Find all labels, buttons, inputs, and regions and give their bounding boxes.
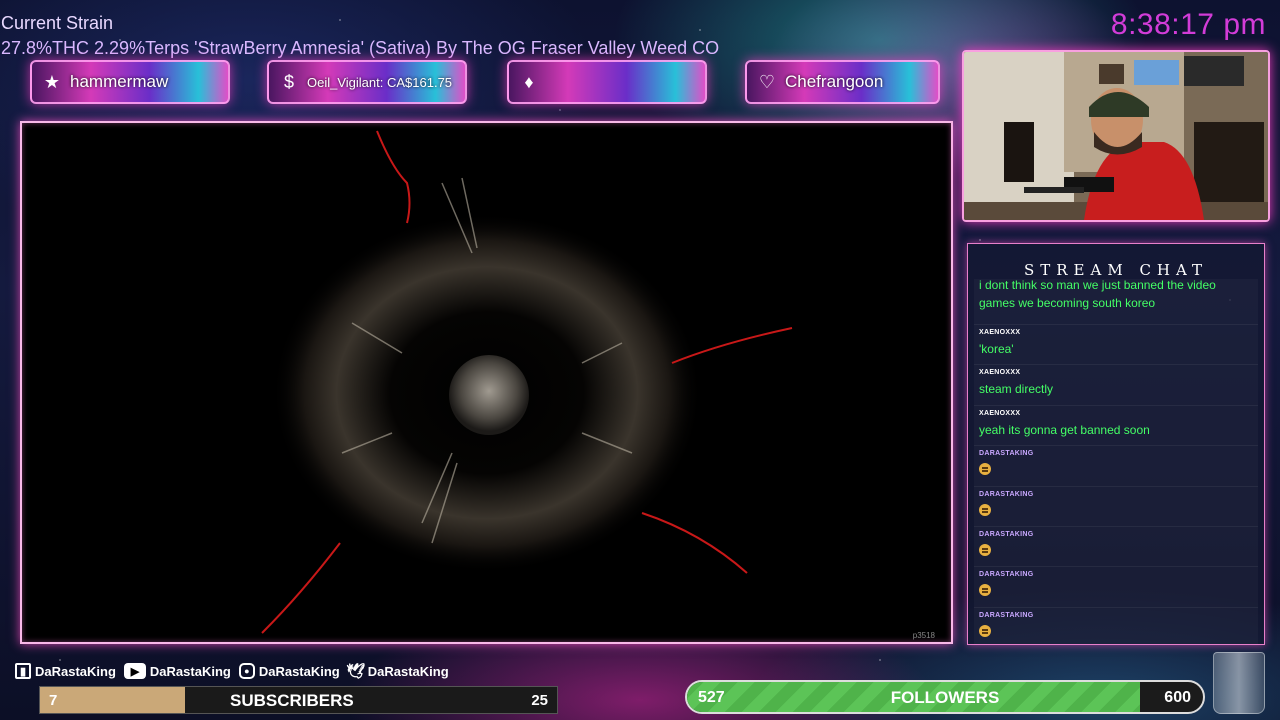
twitch-icon: ▮: [15, 663, 31, 679]
chat-text: yeah its gonna get banned soon: [979, 422, 1150, 437]
chat-username: DARASTAKING: [979, 611, 1034, 619]
subscriber-goal: 25: [531, 692, 548, 709]
subscriber-goal-fill: [40, 687, 185, 713]
star-icon: ★: [43, 71, 61, 92]
latest-cheer-slot: ♦: [507, 60, 707, 104]
webcam-feed: [962, 50, 1270, 222]
follower-label: FOLLOWERS: [890, 688, 1000, 707]
chat-message: DARASTAKING: [974, 487, 1258, 527]
chat-username: DARASTAKING: [979, 450, 1034, 458]
emoji-icon: [979, 543, 991, 556]
social-handle: DaRastaKing: [367, 663, 449, 679]
social-instagram[interactable]: ● DaRastaKing: [238, 663, 340, 679]
chat-text: 'korea': [979, 342, 1014, 356]
instagram-icon: ●: [238, 663, 255, 679]
social-handle: DaRastaKing: [149, 663, 231, 679]
chat-message: i dont think so man we just banned the v…: [974, 279, 1258, 325]
chat-username: DARASTAKING: [979, 571, 1034, 579]
chat-username: DARASTAKING: [979, 530, 1034, 538]
diamond-icon: ♦: [524, 71, 534, 92]
chat-username: XAENOXXX: [979, 369, 1021, 377]
latest-follower-slot: ★ hammermaw: [30, 60, 230, 104]
heart-icon: ♡: [758, 71, 776, 92]
chat-message-list: i dont think so man we just banned the v…: [974, 279, 1258, 644]
latest-subscriber-name: Chefrangoon: [785, 72, 884, 91]
chat-text: steam directly: [979, 382, 1054, 397]
latest-donation-slot: $ Oeil_Vigilant: CA$161.75: [267, 60, 467, 104]
emoji-icon: [979, 503, 991, 516]
emoji-icon: [979, 624, 991, 637]
glass-decoration: [1213, 652, 1265, 714]
chat-username: XAENOXXX: [979, 329, 1021, 336]
latest-follower-name: hammermaw: [70, 72, 169, 91]
social-handle: DaRastaKing: [258, 663, 340, 679]
chat-message: DARASTAKING: [974, 527, 1258, 568]
social-twitch[interactable]: ▮ DaRastaKing: [15, 663, 116, 679]
chat-title: STREAM CHAT: [1023, 261, 1209, 279]
latest-subscriber-slot: ♡ Chefrangoon: [745, 60, 940, 104]
subscriber-label: SUBSCRIBERS: [230, 691, 354, 710]
follower-goal-bar: 527 FOLLOWERS 600: [685, 680, 1205, 714]
game-scene: [261, 130, 793, 634]
subscriber-goal-bar: 7 SUBSCRIBERS 25: [39, 686, 558, 714]
chat-text: i dont think so man we just banned the v…: [979, 279, 1216, 310]
dollar-icon: $: [283, 71, 294, 92]
emoji-icon: [979, 584, 991, 597]
twitter-icon: 🕊: [346, 663, 366, 680]
webcam-scene: [964, 52, 1268, 220]
chat-message: XAENOXXX 'korea': [974, 325, 1258, 366]
strain-title: Current Strain: [1, 13, 114, 33]
subscriber-current: 7: [49, 692, 58, 709]
strain-description: 27.8%THC 2.29%Terps 'StrawBerry Amnesia'…: [1, 38, 720, 58]
chat-username: DARASTAKING: [979, 490, 1034, 498]
chat-message: DARASTAKING: [974, 446, 1258, 487]
chat-message: XAENOXXX steam directly: [974, 365, 1258, 406]
social-links: ▮ DaRastaKing ▶ DaRastaKing ● DaRastaKin…: [15, 663, 449, 680]
stream-chat: STREAM CHAT i dont think so man we just …: [967, 243, 1265, 645]
social-handle: DaRastaKing: [35, 663, 116, 679]
latest-donation-text: Oeil_Vigilant: CA$161.75: [307, 74, 453, 90]
game-watermark: p3518: [912, 631, 935, 640]
chat-message: XAENOXXX yeah its gonna get banned soon: [974, 406, 1258, 447]
youtube-icon: ▶: [123, 663, 146, 679]
game-capture: p3518: [20, 121, 953, 644]
clock: 8:38:17 pm: [1110, 8, 1266, 41]
emoji-icon: [979, 463, 991, 476]
social-twitter[interactable]: 🕊 DaRastaKing: [346, 663, 449, 680]
social-youtube[interactable]: ▶ DaRastaKing: [123, 663, 231, 679]
center-orb: [449, 355, 529, 435]
chat-message: DARASTAKING: [974, 567, 1258, 608]
chat-username: XAENOXXX: [979, 409, 1021, 417]
chat-message: DARASTAKING: [974, 608, 1258, 644]
follower-goal: 600: [1164, 689, 1191, 706]
